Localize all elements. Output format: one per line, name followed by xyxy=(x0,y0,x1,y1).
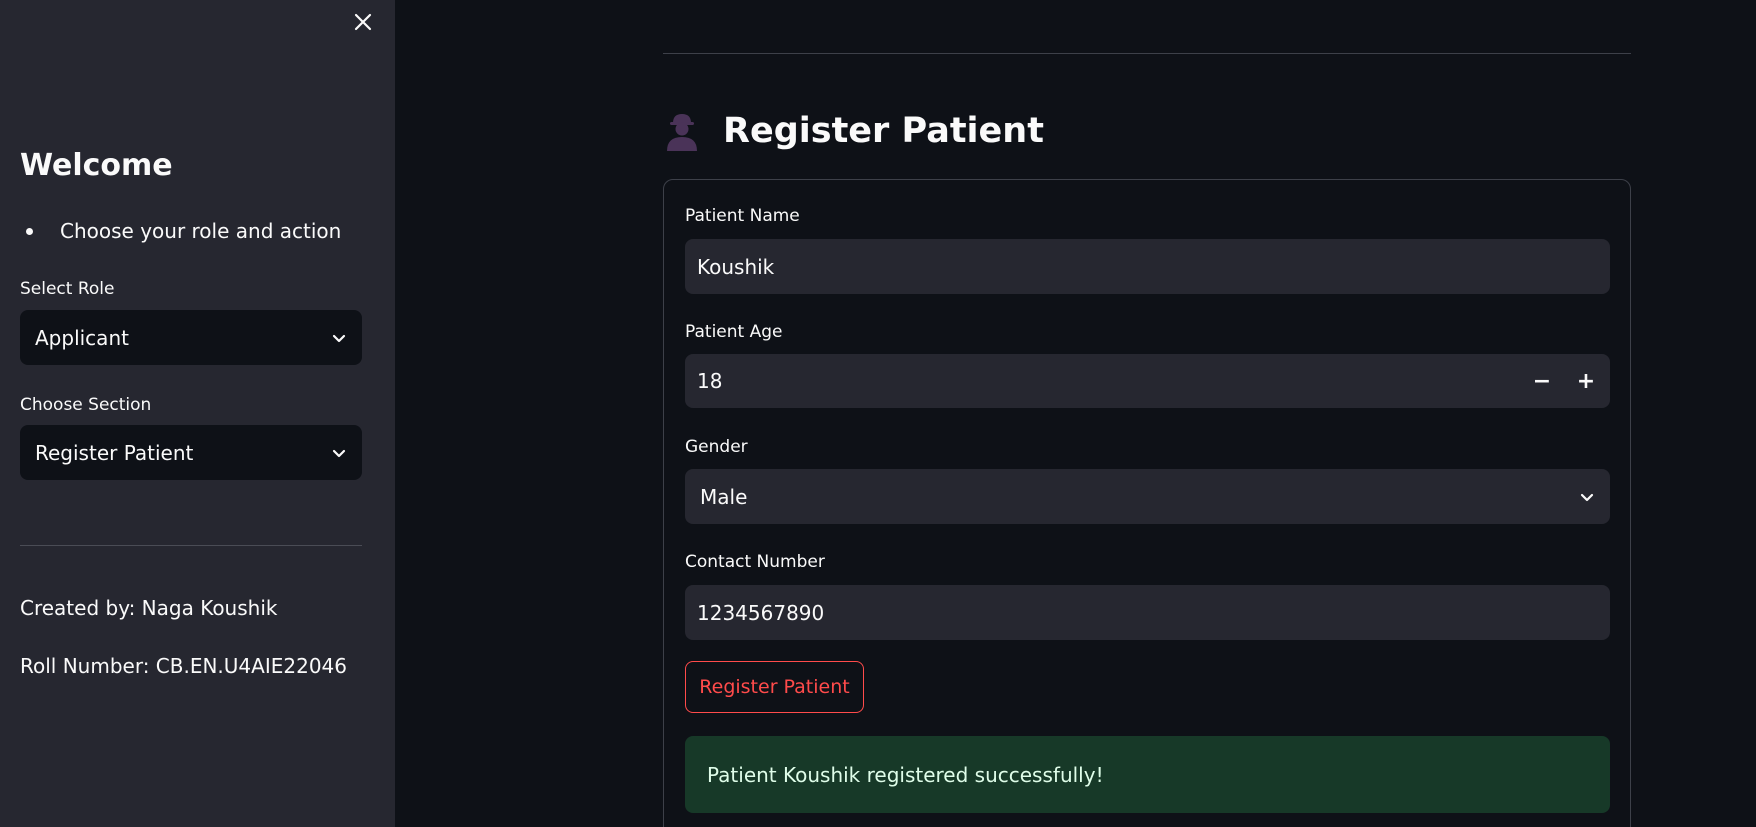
page-title-text: Register Patient xyxy=(723,111,1044,151)
patient-age-label: Patient Age xyxy=(685,322,783,342)
select-role-label: Select Role xyxy=(20,279,115,299)
increment-button[interactable]: + xyxy=(1568,363,1604,399)
decrement-button[interactable]: − xyxy=(1524,363,1560,399)
main-divider xyxy=(663,53,1631,54)
close-icon[interactable] xyxy=(353,12,373,32)
chevron-down-icon xyxy=(1580,493,1594,501)
close-sidebar-button[interactable] xyxy=(349,8,377,36)
patient-name-value: Koushik xyxy=(697,254,775,279)
person-silhouette-icon xyxy=(667,114,697,151)
contact-number-input[interactable]: 1234567890 xyxy=(685,585,1610,640)
chevron-down-icon xyxy=(332,449,346,457)
sidebar-bullet-text: Choose your role and action xyxy=(60,219,342,243)
sidebar-bullet-item: Choose your role and action xyxy=(20,216,341,246)
chevron-down-icon xyxy=(332,334,346,342)
gender-value: Male xyxy=(700,484,748,509)
contact-number-label: Contact Number xyxy=(685,552,825,572)
patient-age-value: 18 xyxy=(697,369,723,393)
choose-section-dropdown[interactable]: Register Patient xyxy=(20,425,362,480)
patient-name-label: Patient Name xyxy=(685,206,800,226)
page-title: Register Patient xyxy=(663,105,1044,157)
success-alert: Patient Koushik registered successfully! xyxy=(685,736,1610,813)
gender-select[interactable]: Male xyxy=(685,469,1610,524)
contact-number-value: 1234567890 xyxy=(697,600,825,625)
register-patient-button[interactable]: Register Patient xyxy=(685,661,864,713)
created-by-text: Created by: Naga Koushik xyxy=(20,596,278,620)
choose-section-label: Choose Section xyxy=(20,395,152,415)
patient-name-input[interactable]: Koushik xyxy=(685,239,1610,294)
patient-age-input[interactable]: 18 xyxy=(685,354,1610,408)
select-role-dropdown[interactable]: Applicant xyxy=(20,310,362,365)
choose-section-value: Register Patient xyxy=(35,440,194,465)
gender-label: Gender xyxy=(685,437,748,457)
success-message: Patient Koushik registered successfully! xyxy=(707,762,1104,787)
roll-number-text: Roll Number: CB.EN.U4AIE22046 xyxy=(20,654,347,678)
select-role-value: Applicant xyxy=(35,325,129,350)
sidebar-title: Welcome xyxy=(20,148,173,183)
sidebar-divider xyxy=(20,545,362,546)
sidebar: Welcome Choose your role and action Sele… xyxy=(0,0,395,827)
app: Welcome Choose your role and action Sele… xyxy=(0,0,1756,827)
bullet-dot xyxy=(26,227,33,235)
